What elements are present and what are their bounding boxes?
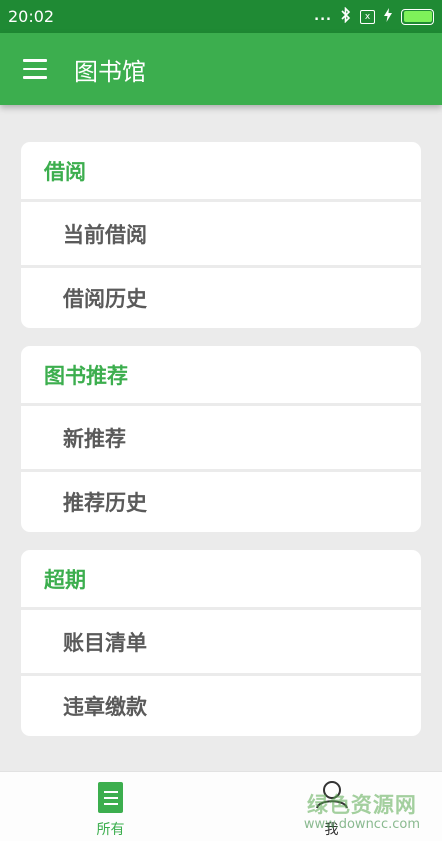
hamburger-menu-icon[interactable] [23,59,47,79]
status-bar: 20:02 ... x [0,0,442,33]
watermark: 绿色资源网 www.downcc.com [303,793,420,832]
section-card-borrowing: 借阅 当前借阅 借阅历史 [21,142,421,328]
menu-item-account-list[interactable]: 账目清单 [21,610,421,673]
battery-icon [401,8,434,25]
more-dots-icon: ... [314,9,332,24]
app-bar: 图书馆 [0,33,442,105]
menu-item-recommendation-history[interactable]: 推荐历史 [21,469,421,532]
menu-item-new-recommendation[interactable]: 新推荐 [21,406,421,469]
menu-item-violation-payment[interactable]: 违章缴款 [21,673,421,736]
section-card-overdue: 超期 账目清单 违章缴款 [21,550,421,736]
main-content: 借阅 当前借阅 借阅历史 图书推荐 新推荐 推荐历史 超期 账目清单 违章缴款 [0,105,442,771]
section-header-overdue: 超期 [21,550,421,610]
book-icon [98,782,123,813]
section-header-recommendation: 图书推荐 [21,346,421,406]
status-time: 20:02 [8,7,55,26]
page-title: 图书馆 [74,57,146,86]
watermark-title: 绿色资源网 [306,793,417,817]
battery-level [403,11,432,22]
watermark-url: www.downcc.com [303,817,420,832]
section-card-recommendation: 图书推荐 新推荐 推荐历史 [21,346,421,532]
status-icons: ... x [314,6,434,27]
bluetooth-icon [341,6,351,27]
section-header-borrowing: 借阅 [21,142,421,202]
no-sim-icon: x [360,9,375,24]
menu-item-current-borrowing[interactable]: 当前借阅 [21,202,421,265]
nav-tab-all[interactable]: 所有 [0,772,221,841]
nav-tab-all-label: 所有 [96,822,125,838]
menu-item-borrowing-history[interactable]: 借阅历史 [21,265,421,328]
charging-icon [384,7,392,26]
